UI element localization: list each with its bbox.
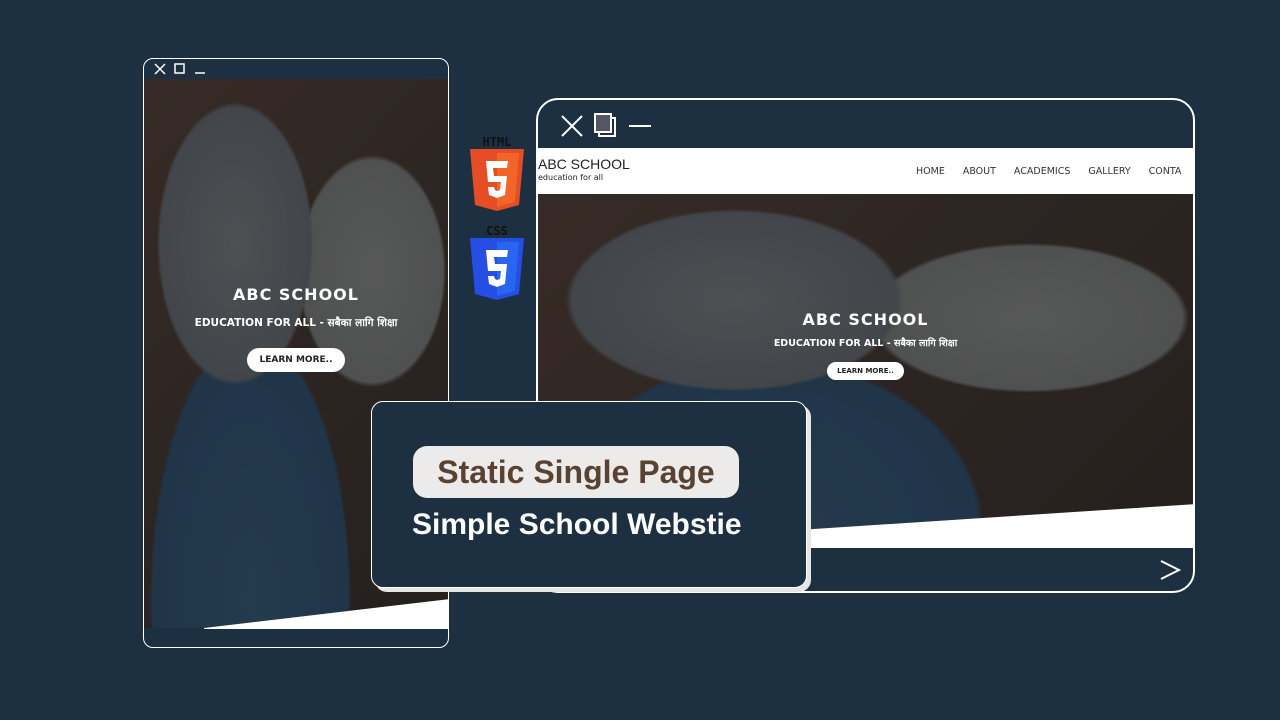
maximize-icon[interactable]	[174, 63, 186, 75]
minimize-icon[interactable]	[194, 63, 206, 75]
next-arrow-icon[interactable]	[1159, 560, 1181, 580]
minimize-icon[interactable]	[628, 114, 652, 138]
card-subtitle: Simple School Webstie	[412, 508, 742, 541]
html5-logo: HTML	[470, 135, 524, 215]
card-title-pill: Static Single Page	[413, 446, 739, 498]
close-icon[interactable]	[560, 114, 584, 138]
nav-contact[interactable]: CONTA	[1149, 166, 1182, 177]
mobile-title-bar	[144, 59, 448, 79]
nav-home[interactable]: HOME	[916, 166, 945, 177]
css3-logo: CSS	[470, 224, 524, 304]
nav-gallery[interactable]: GALLERY	[1088, 166, 1130, 177]
hero-diagonal	[204, 599, 448, 629]
hero-subtitle: EDUCATION FOR ALL - सबैका लागि शिक्षा	[194, 317, 398, 329]
desktop-title-bar	[538, 100, 1193, 148]
restore-icon[interactable]	[594, 113, 618, 139]
caption-card: Static Single Page Simple School Webstie	[371, 401, 807, 588]
hero-title: ABC SCHOOL	[802, 310, 929, 329]
site-logo[interactable]: ABC SCHOOL	[538, 156, 630, 172]
main-nav: HOME ABOUT ACADEMICS GALLERY CONTA	[916, 166, 1181, 177]
site-tagline: education for all	[538, 173, 604, 182]
hero-title: ABC SCHOOL	[233, 285, 359, 304]
site-header: ABC SCHOOL education for all HOME ABOUT …	[538, 148, 1193, 194]
nav-academics[interactable]: ACADEMICS	[1014, 166, 1070, 177]
learn-more-button[interactable]: LEARN MORE..	[827, 362, 904, 380]
learn-more-button[interactable]: LEARN MORE..	[246, 348, 346, 372]
hero-subtitle: EDUCATION FOR ALL - सबैका लागि शिक्षा	[773, 338, 958, 349]
nav-about[interactable]: ABOUT	[963, 166, 996, 177]
close-icon[interactable]	[154, 63, 166, 75]
